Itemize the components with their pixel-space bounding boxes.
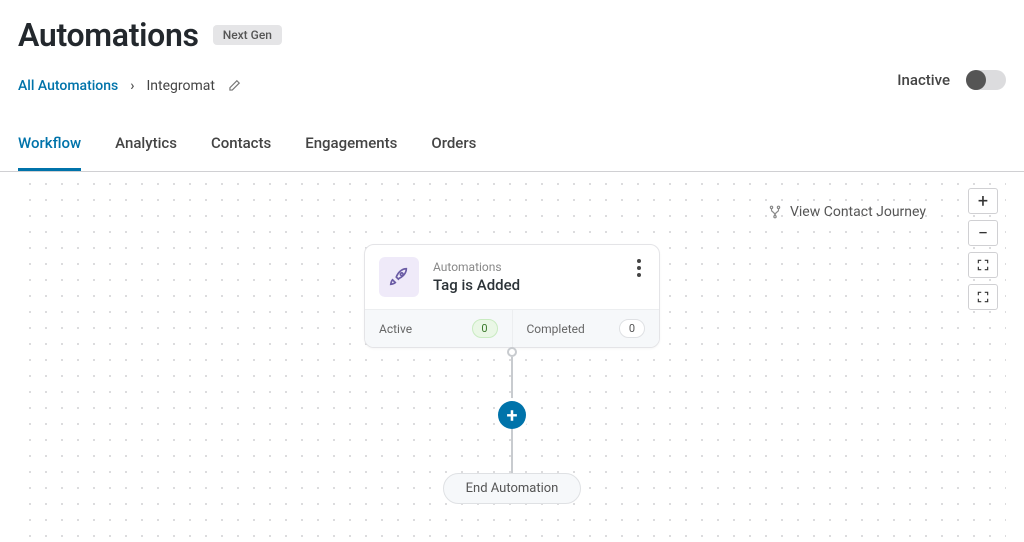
- toggle-knob: [966, 70, 986, 90]
- breadcrumb-current: Integromat: [147, 78, 215, 94]
- stat-completed-count: 0: [619, 319, 645, 338]
- fit-to-screen-button[interactable]: [968, 284, 998, 310]
- breadcrumb-root-link[interactable]: All Automations: [18, 78, 118, 94]
- connector-line: [511, 357, 513, 401]
- fullscreen-button[interactable]: [968, 252, 998, 278]
- node-category: Automations: [433, 260, 520, 274]
- node-menu-button[interactable]: [631, 257, 647, 279]
- tab-contacts[interactable]: Contacts: [211, 134, 271, 171]
- tab-workflow[interactable]: Workflow: [18, 134, 81, 171]
- stat-completed-label: Completed: [527, 322, 585, 336]
- node-title: Tag is Added: [433, 276, 520, 294]
- tabs: Workflow Analytics Contacts Engagements …: [0, 134, 1024, 172]
- status-label: Inactive: [897, 71, 950, 89]
- branch-icon: [768, 205, 782, 219]
- tab-orders[interactable]: Orders: [431, 134, 476, 171]
- add-step-button[interactable]: +: [498, 401, 526, 429]
- chevron-right-icon: ›: [130, 78, 134, 94]
- connector-dot: [507, 347, 517, 357]
- breadcrumb: All Automations › Integromat: [18, 78, 1006, 94]
- stat-active-count: 0: [472, 319, 498, 338]
- page-title: Automations: [18, 16, 199, 54]
- workflow-canvas[interactable]: View Contact Journey + − Automatio: [18, 172, 1006, 542]
- status-toggle[interactable]: [966, 70, 1006, 90]
- trigger-node[interactable]: Automations Tag is Added Active 0 Comple…: [364, 244, 660, 348]
- zoom-panel: + −: [968, 188, 998, 310]
- connector-line: [511, 429, 513, 473]
- zoom-in-button[interactable]: +: [968, 188, 998, 214]
- rocket-icon: [379, 257, 419, 297]
- next-gen-badge: Next Gen: [213, 25, 282, 45]
- view-contact-journey-link[interactable]: View Contact Journey: [768, 204, 926, 220]
- stat-active-label: Active: [379, 322, 412, 336]
- tab-engagements[interactable]: Engagements: [305, 134, 397, 171]
- zoom-out-button[interactable]: −: [968, 220, 998, 246]
- edit-icon[interactable]: [227, 79, 241, 93]
- end-automation-node: End Automation: [443, 473, 582, 504]
- journey-link-label: View Contact Journey: [790, 204, 926, 220]
- tab-analytics[interactable]: Analytics: [115, 134, 177, 171]
